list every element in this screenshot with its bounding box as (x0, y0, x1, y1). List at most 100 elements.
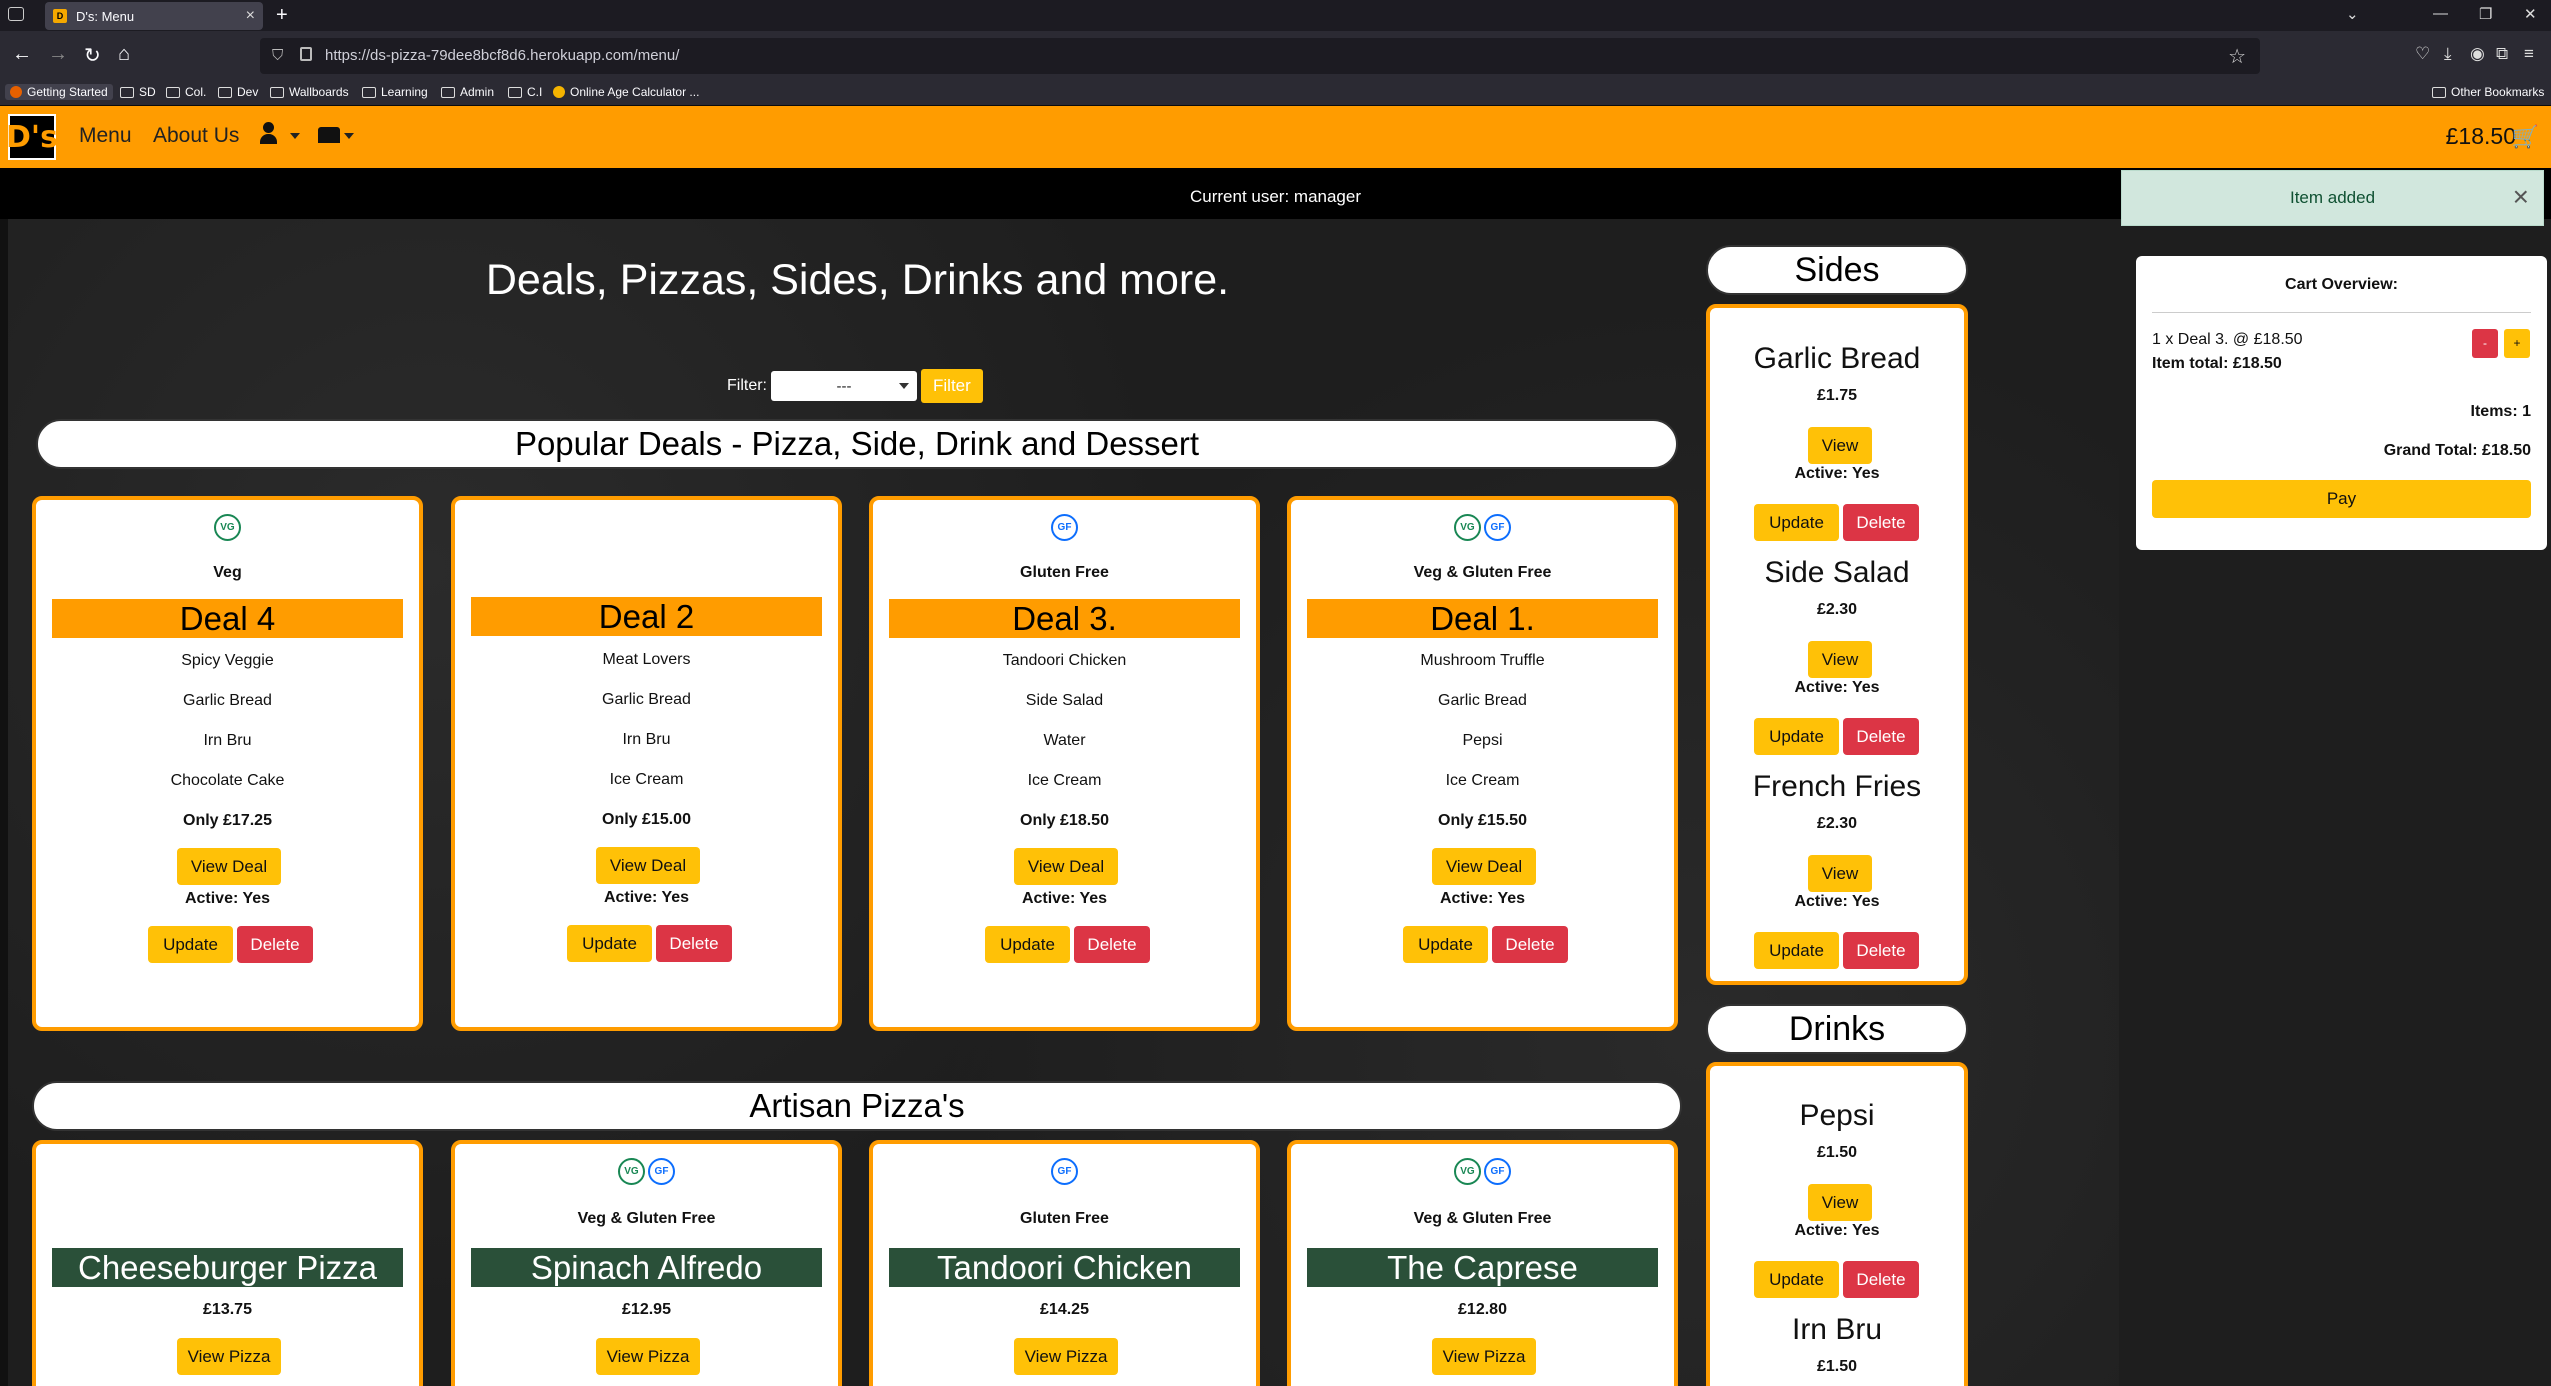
update-button[interactable]: Update (567, 925, 652, 962)
downloads-icon[interactable]: ⤓ (2444, 44, 2452, 64)
deal-card: VG GF Veg & Gluten Free Deal 1. Mushroom… (1287, 496, 1678, 1031)
minimize-icon[interactable]: — (2433, 5, 2448, 22)
update-button[interactable]: Update (1403, 926, 1488, 963)
extensions-icon[interactable]: ⧉ (2496, 44, 2508, 64)
firefox-icon (10, 86, 22, 98)
tab-list-icon[interactable] (8, 7, 24, 21)
view-deal-button[interactable]: View Deal (1432, 848, 1536, 885)
bookmark-folder[interactable]: Col. (166, 85, 206, 99)
chevron-down-icon[interactable] (344, 133, 354, 139)
browser-tab[interactable]: D D's: Menu × (45, 2, 263, 30)
deal-name: Deal 3. (889, 599, 1240, 638)
new-tab-icon[interactable]: + (276, 4, 288, 27)
bookmark-getting-started[interactable]: Getting Started (5, 84, 113, 100)
deal-name: Deal 4 (52, 599, 403, 638)
diet-tag: Veg (213, 564, 242, 581)
url-bar[interactable]: ⛉ https://ds-pizza-79dee8bcf8d6.herokuap… (260, 38, 2260, 74)
cart-total[interactable]: £18.50 (2446, 123, 2516, 150)
bookmark-folder[interactable]: C.I (508, 85, 542, 99)
vegan-badge-icon: VG (214, 514, 241, 541)
close-tab-icon[interactable]: × (246, 7, 255, 25)
view-side-button[interactable]: View (1808, 855, 1872, 892)
bookmark-folder[interactable]: Learning (362, 85, 428, 99)
diet-tag: Veg & Gluten Free (1413, 1210, 1552, 1227)
delete-button[interactable]: Delete (1843, 504, 1919, 541)
bookmark-folder[interactable]: SD (120, 85, 156, 99)
bookmark-age-calculator[interactable]: Online Age Calculator ... (553, 85, 699, 99)
delete-button[interactable]: Delete (1492, 926, 1568, 963)
chevron-down-icon[interactable] (290, 133, 300, 139)
home-icon[interactable]: ⌂ (118, 43, 130, 66)
cart-title: Cart Overview: (2285, 276, 2398, 293)
view-pizza-button[interactable]: View Pizza (177, 1338, 281, 1375)
url-text[interactable]: https://ds-pizza-79dee8bcf8d6.herokuapp.… (325, 47, 679, 64)
diet-tag: Veg & Gluten Free (577, 1210, 716, 1227)
bookmark-folder[interactable]: Wallboards (270, 85, 349, 99)
deal-card: Deal 2 Meat Lovers Garlic Bread Irn Bru … (451, 496, 842, 1031)
view-pizza-button[interactable]: View Pizza (1014, 1338, 1118, 1375)
account-icon[interactable]: ◉ (2470, 44, 2485, 64)
cart-line: 1 x Deal 3. @ £18.50 (2152, 331, 2303, 348)
view-deal-button[interactable]: View Deal (177, 848, 281, 885)
deals-section-title: Popular Deals - Pizza, Side, Drink and D… (36, 419, 1678, 469)
view-pizza-button[interactable]: View Pizza (1432, 1338, 1536, 1375)
tracking-shield-icon[interactable]: ⛉ (272, 47, 283, 64)
update-button[interactable]: Update (1754, 504, 1839, 541)
bookmark-star-icon[interactable]: ☆ (2228, 44, 2246, 69)
bookmark-folder[interactable]: Admin (441, 85, 494, 99)
lock-icon[interactable] (300, 47, 312, 61)
filter-select[interactable]: --- (771, 371, 917, 401)
pocket-icon[interactable]: ♡ (2415, 44, 2430, 64)
deal-card: VG Veg Deal 4 Spicy Veggie Garlic Bread … (32, 496, 423, 1031)
decrease-quantity-button[interactable]: - (2472, 329, 2498, 358)
view-drink-button[interactable]: View (1808, 1184, 1872, 1221)
folder-icon (120, 86, 134, 98)
vegan-badge-icon: VG (1454, 1158, 1481, 1185)
divider (2152, 312, 2531, 313)
nav-menu-link[interactable]: Menu (79, 124, 132, 148)
cart-icon[interactable]: 🛒 (2512, 124, 2539, 150)
menu-icon[interactable]: ≡ (2524, 44, 2534, 64)
reload-icon[interactable]: ↻ (84, 43, 101, 68)
deal-item: Garlic Bread (183, 692, 272, 709)
close-icon[interactable]: × (2513, 181, 2529, 213)
delete-button[interactable]: Delete (1843, 1261, 1919, 1298)
filter-button[interactable]: Filter (921, 369, 983, 403)
nav-about-link[interactable]: About Us (153, 124, 239, 148)
update-button[interactable]: Update (985, 926, 1070, 963)
update-button[interactable]: Update (1754, 718, 1839, 755)
restore-icon[interactable]: ❐ (2479, 5, 2492, 23)
update-button[interactable]: Update (148, 926, 233, 963)
site-logo[interactable]: D's (6, 114, 58, 160)
tab-overflow-chevron-icon[interactable]: ⌄ (2346, 5, 2359, 23)
delete-button[interactable]: Delete (656, 925, 732, 962)
deal-item: Ice Cream (1027, 772, 1102, 789)
other-bookmarks[interactable]: Other Bookmarks (2432, 85, 2544, 99)
view-pizza-button[interactable]: View Pizza (596, 1338, 700, 1375)
view-deal-button[interactable]: View Deal (596, 847, 700, 884)
cart-items-count: Items: 1 (2470, 403, 2531, 420)
back-icon[interactable]: ← (12, 43, 32, 66)
view-side-button[interactable]: View (1808, 641, 1872, 678)
folder-icon (166, 86, 180, 98)
update-button[interactable]: Update (1754, 1261, 1839, 1298)
view-deal-button[interactable]: View Deal (1014, 848, 1118, 885)
delete-button[interactable]: Delete (1843, 718, 1919, 755)
forward-icon[interactable]: → (48, 43, 68, 66)
deal-item: Irn Bru (622, 731, 671, 748)
deal-item: Spicy Veggie (181, 652, 274, 669)
delete-button[interactable]: Delete (1843, 932, 1919, 969)
pay-button[interactable]: Pay (2152, 480, 2531, 518)
increase-quantity-button[interactable]: + (2504, 329, 2530, 358)
gluten-free-badge-icon: GF (1051, 1158, 1078, 1185)
close-window-icon[interactable]: ✕ (2524, 5, 2537, 23)
deal-item: Meat Lovers (602, 651, 691, 668)
delete-button[interactable]: Delete (1074, 926, 1150, 963)
deal-card: GF Gluten Free Deal 3. Tandoori Chicken … (869, 496, 1260, 1031)
delete-button[interactable]: Delete (237, 926, 313, 963)
update-button[interactable]: Update (1754, 932, 1839, 969)
store-icon[interactable] (318, 127, 340, 143)
site-favicon-icon: D (53, 9, 67, 23)
view-side-button[interactable]: View (1808, 427, 1872, 464)
bookmark-folder[interactable]: Dev (218, 85, 258, 99)
